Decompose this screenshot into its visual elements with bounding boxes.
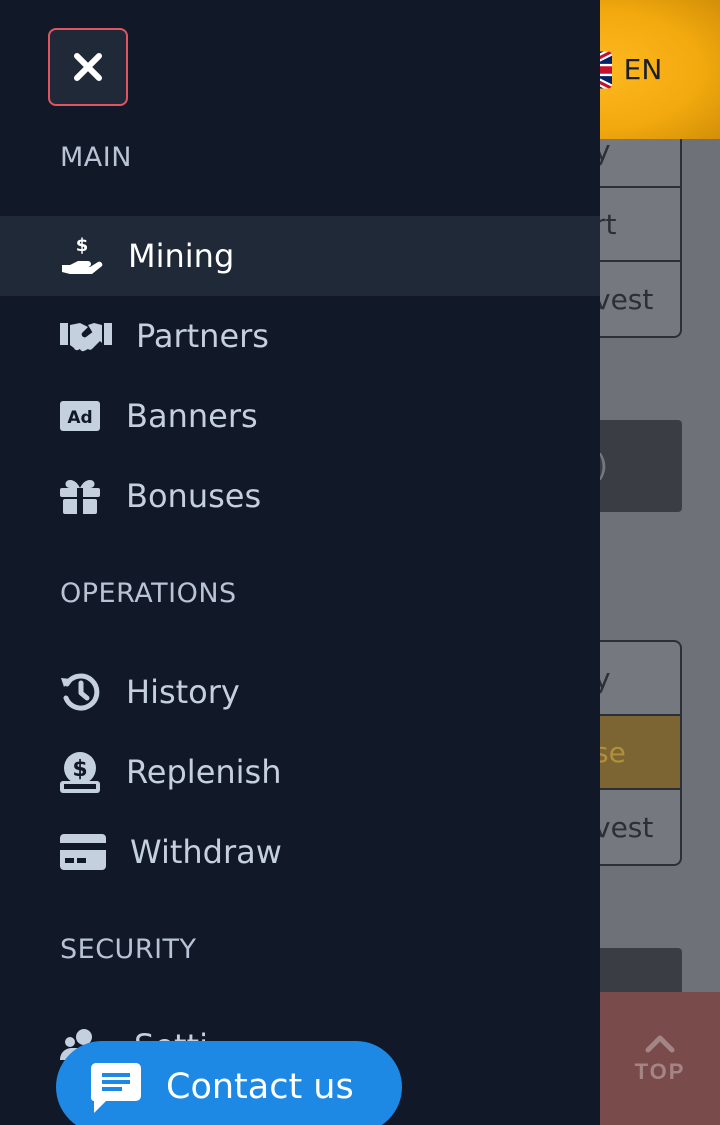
section-title-operations: OPERATIONS [60,578,237,609]
menu-item-bonuses[interactable]: Bonuses [0,456,600,536]
chat-icon [90,1063,141,1113]
svg-text:$: $ [72,757,87,782]
menu-item-label: Banners [126,397,258,435]
ad-icon: Ad [60,401,126,431]
menu-item-label: Replenish [126,753,282,791]
menu-item-withdraw[interactable]: Withdraw [0,812,600,892]
section-title-security: SECURITY [60,934,197,965]
hand-money-icon: $ [60,235,128,277]
gift-icon [60,478,126,514]
contact-us-button[interactable]: Contact us [56,1041,402,1125]
close-icon [74,53,102,81]
svg-text:Ad: Ad [67,408,92,428]
side-drawer: MAIN $ Mining Partners Ad Banners Bonuse… [0,0,600,1125]
scroll-top-label: TOP [634,1058,686,1084]
contact-us-label: Contact us [166,1067,354,1107]
history-icon [60,672,126,712]
menu-item-label: Partners [136,317,269,355]
credit-card-icon [60,834,130,870]
close-button[interactable] [48,28,128,106]
menu-item-label: Bonuses [126,477,262,515]
menu-item-label: History [126,673,240,711]
hand-coin-icon: $ [60,751,126,793]
handshake-icon [60,319,136,353]
menu-item-partners[interactable]: Partners [0,296,600,376]
svg-text:$: $ [76,235,89,256]
menu-item-label: Mining [128,237,235,275]
scroll-top-button[interactable]: TOP [600,992,720,1125]
chevron-up-icon [645,1035,675,1052]
section-title-main: MAIN [60,142,132,173]
menu-item-replenish[interactable]: $ Replenish [0,732,600,812]
menu-item-history[interactable]: History [0,652,600,732]
menu-item-label: Withdraw [130,833,282,871]
menu-item-banners[interactable]: Ad Banners [0,376,600,456]
language-code: EN [623,53,663,86]
menu-item-mining[interactable]: $ Mining [0,216,600,296]
